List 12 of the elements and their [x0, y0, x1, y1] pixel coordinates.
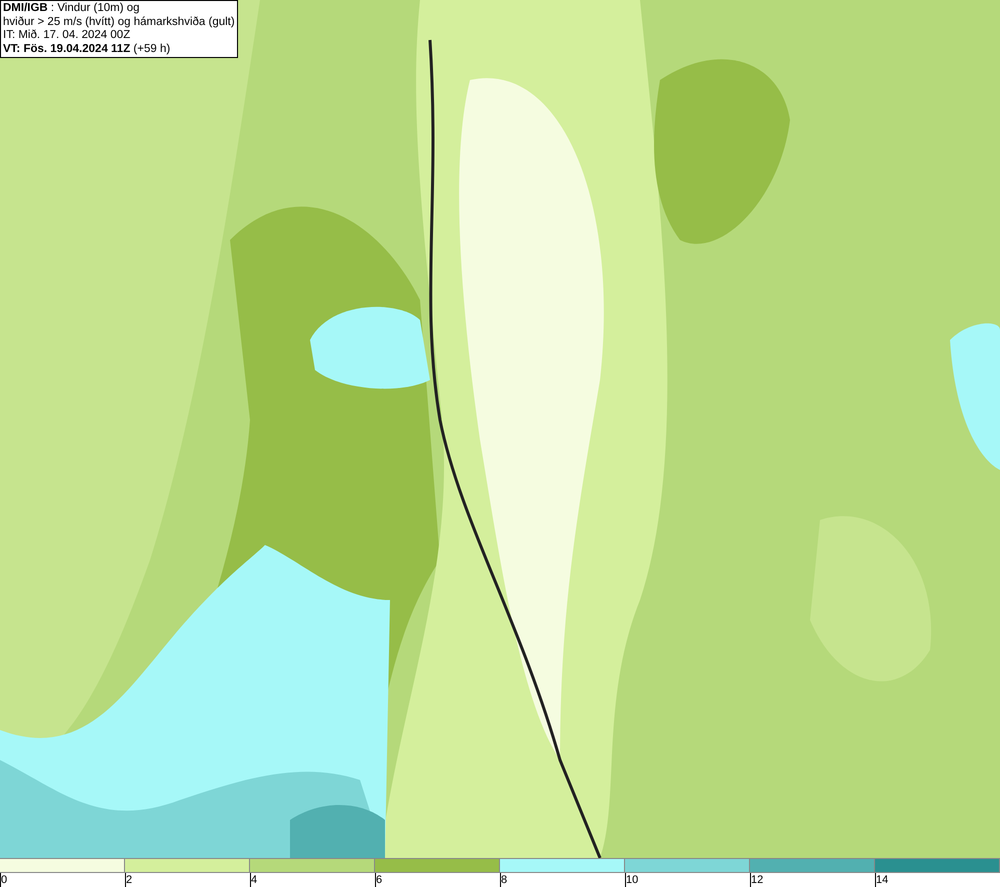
info-text: hviður > 25 m/s (hvítt) og hámarkshviða (gult)	[3, 16, 235, 29]
legend-label: 10	[626, 874, 638, 886]
legend-label: 0	[1, 874, 8, 886]
legend-label: 6	[376, 874, 382, 886]
legend-label: 2	[126, 874, 132, 886]
legend-label: 4	[251, 874, 258, 886]
info-text: IT: Mið. 17. 04. 2024 00Z	[3, 29, 132, 42]
legend-label: 12	[751, 874, 764, 886]
legend-label: 14	[876, 874, 888, 886]
info-text: VT: Fös. 19.04.2024 11Z (+59 h)	[3, 42, 172, 56]
info-text: DMI/IGB : Vindur (10m) og	[3, 2, 141, 16]
legend-label: 8	[501, 874, 508, 886]
